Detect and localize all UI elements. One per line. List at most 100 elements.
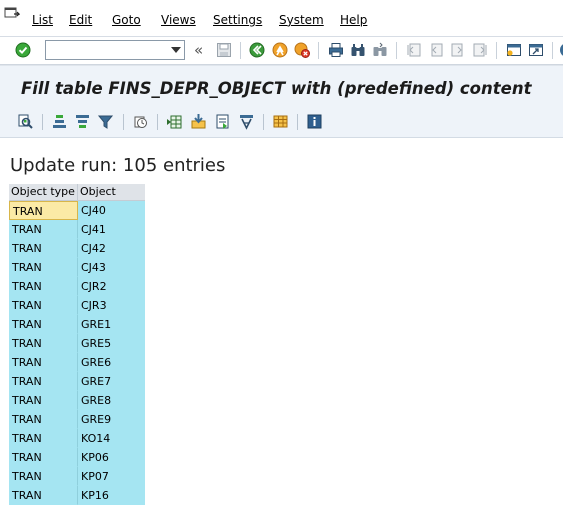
next-page-icon[interactable] [450, 42, 466, 58]
cell-object-type[interactable]: TRAN [9, 296, 78, 315]
enter-check-icon[interactable] [15, 42, 31, 58]
cell-object-type[interactable]: TRAN [9, 467, 78, 486]
sort-descending-icon[interactable] [74, 113, 91, 130]
save-icon[interactable] [216, 42, 232, 58]
cell-object-type[interactable]: TRAN [9, 429, 78, 448]
table-row: TRAN KO14 [9, 429, 145, 448]
table-row: TRAN CJ41 [9, 220, 145, 239]
cell-object[interactable]: GRE7 [78, 372, 145, 391]
cell-object-type[interactable]: TRAN [9, 486, 78, 505]
cell-object-type[interactable]: TRAN [9, 258, 78, 277]
table-header: Object type Object [9, 184, 145, 201]
toolbar-separator [297, 114, 298, 130]
menu-list[interactable]: List [32, 13, 53, 27]
command-input[interactable] [49, 42, 171, 60]
cell-object[interactable]: KO14 [78, 429, 145, 448]
cell-object[interactable]: GRE8 [78, 391, 145, 410]
help-icon[interactable] [559, 42, 563, 58]
cell-object[interactable]: GRE9 [78, 410, 145, 429]
cell-object-type[interactable]: TRAN [9, 372, 78, 391]
cell-object[interactable]: KP07 [78, 467, 145, 486]
menu-bar: List Edit Goto Views Settings System Hel… [0, 0, 563, 37]
find-next-icon[interactable] [372, 42, 388, 58]
table-row: TRAN GRE7 [9, 372, 145, 391]
table-row: TRAN CJ43 [9, 258, 145, 277]
display-variant-icon[interactable] [132, 113, 149, 130]
page-title: Fill table FINS_DEPR_OBJECT with (predef… [21, 79, 532, 98]
find-icon[interactable] [350, 42, 366, 58]
menu-help[interactable]: Help [340, 13, 367, 27]
shortcut-icon[interactable] [528, 42, 544, 58]
table-row: TRAN CJR2 [9, 277, 145, 296]
cell-object-type[interactable]: TRAN [9, 201, 78, 220]
export-spreadsheet-icon[interactable] [166, 113, 183, 130]
local-file-icon[interactable] [190, 113, 207, 130]
table-row: TRAN KP16 [9, 486, 145, 505]
column-header-object[interactable]: Object [78, 184, 145, 200]
cancel-icon[interactable] [294, 42, 310, 58]
information-icon[interactable] [306, 113, 323, 130]
new-session-icon[interactable] [506, 42, 522, 58]
column-header-object-type[interactable]: Object type [9, 184, 78, 200]
table-row: TRAN GRE6 [9, 353, 145, 372]
details-icon[interactable] [17, 113, 34, 130]
cell-object[interactable]: CJR2 [78, 277, 145, 296]
command-field[interactable] [45, 40, 185, 60]
application-toolbar [0, 106, 563, 138]
cell-object-type[interactable]: TRAN [9, 220, 78, 239]
cell-object-type[interactable]: TRAN [9, 391, 78, 410]
chevron-down-icon[interactable] [171, 47, 181, 53]
filter-icon[interactable] [97, 113, 114, 130]
cell-object[interactable]: CJ42 [78, 239, 145, 258]
table-row: TRAN GRE9 [9, 410, 145, 429]
print-icon[interactable] [328, 42, 344, 58]
word-processing-icon[interactable] [214, 113, 231, 130]
toolbar-separator [123, 114, 124, 130]
menu-settings[interactable]: Settings [213, 13, 262, 27]
toolbar-separator [42, 114, 43, 130]
table-row: TRAN KP06 [9, 448, 145, 467]
menu-edit[interactable]: Edit [69, 13, 92, 27]
cell-object[interactable]: KP06 [78, 448, 145, 467]
cell-object[interactable]: CJ41 [78, 220, 145, 239]
cell-object[interactable]: CJ43 [78, 258, 145, 277]
sort-ascending-icon[interactable] [51, 113, 68, 130]
table-row: TRAN CJ40 [9, 201, 145, 220]
toolbar-separator [396, 42, 397, 59]
table-row: TRAN GRE8 [9, 391, 145, 410]
cell-object[interactable]: KP16 [78, 486, 145, 505]
abc-analysis-icon[interactable] [238, 113, 255, 130]
cell-object-type[interactable]: TRAN [9, 448, 78, 467]
toolbar-separator [318, 42, 319, 59]
list-output: Update run: 105 entries Object type Obje… [0, 138, 563, 505]
cell-object-type[interactable]: TRAN [9, 334, 78, 353]
menu-views[interactable]: Views [161, 13, 196, 27]
last-page-icon[interactable] [472, 42, 488, 58]
toolbar-separator [157, 114, 158, 130]
cell-object[interactable]: GRE5 [78, 334, 145, 353]
exit-icon[interactable] [272, 42, 288, 58]
table-row: TRAN GRE5 [9, 334, 145, 353]
cell-object[interactable]: CJ40 [78, 201, 145, 220]
list-heading: Update run: 105 entries [10, 155, 226, 176]
toolbar-separator [496, 42, 497, 59]
cell-object-type[interactable]: TRAN [9, 353, 78, 372]
toolbar-separator [552, 42, 553, 59]
cell-object-type[interactable]: TRAN [9, 239, 78, 258]
cell-object-type[interactable]: TRAN [9, 410, 78, 429]
menu-system[interactable]: System [279, 13, 324, 27]
standard-toolbar: « [0, 37, 563, 65]
system-menu-icon[interactable] [4, 6, 21, 20]
cell-object-type[interactable]: TRAN [9, 277, 78, 296]
cell-object[interactable]: GRE6 [78, 353, 145, 372]
first-page-icon[interactable] [406, 42, 422, 58]
menu-goto[interactable]: Goto [112, 13, 141, 27]
toolbar-separator [263, 114, 264, 130]
back-icon[interactable] [249, 42, 265, 58]
previous-page-icon[interactable] [428, 42, 444, 58]
cell-object[interactable]: GRE1 [78, 315, 145, 334]
cell-object[interactable]: CJR3 [78, 296, 145, 315]
collapse-command-icon[interactable]: « [194, 41, 210, 59]
cell-object-type[interactable]: TRAN [9, 315, 78, 334]
choose-layout-icon[interactable] [272, 113, 289, 130]
